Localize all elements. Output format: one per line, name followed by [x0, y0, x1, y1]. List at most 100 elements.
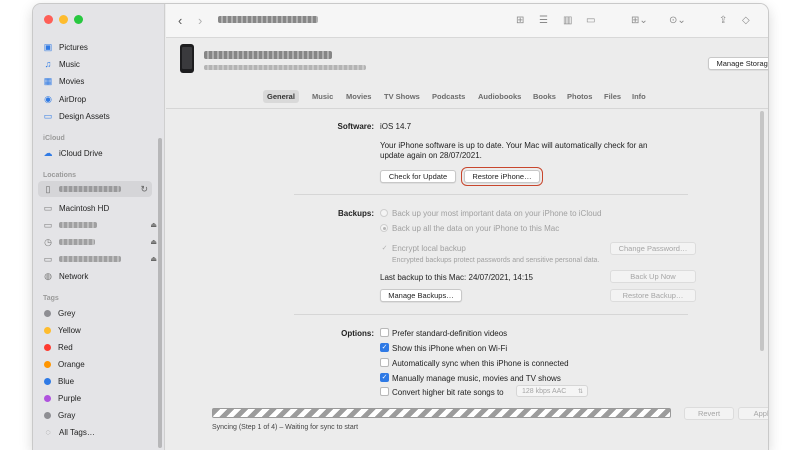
back-up-now-button[interactable]: Back Up Now [610, 270, 696, 283]
share-icon[interactable]: ⇪ [719, 13, 727, 27]
sidebar-tag-gray[interactable]: Gray [43, 408, 161, 422]
options-label: Options: [341, 329, 374, 338]
apply-button[interactable]: Apply [738, 407, 768, 420]
tab-tv-shows[interactable]: TV Shows [380, 90, 424, 103]
tag-icon[interactable]: ◇ [742, 13, 750, 27]
encrypt-note: Encrypted backups protect passwords and … [392, 257, 600, 264]
sidebar-item-iphone[interactable]: ▯ ↻ [38, 181, 152, 197]
tab-books[interactable]: Books [529, 90, 560, 103]
chevron-updown-icon: ⇅ [577, 388, 583, 395]
sidebar-item-volume-3[interactable]: ▭ ⏏ [43, 252, 161, 266]
tab-podcasts[interactable]: Podcasts [428, 90, 469, 103]
tag-dot-icon [44, 343, 51, 351]
time-machine-icon: ◷ [44, 236, 52, 247]
encrypt-checkbox[interactable]: ✓ [380, 244, 389, 253]
tag-dot-icon [44, 326, 51, 334]
sidebar-item-volume-1[interactable]: ▭ ⏏ [43, 218, 161, 232]
sidebar-item-icloud-drive[interactable]: ☁ iCloud Drive [43, 146, 161, 160]
all-tags-icon: ◌ [45, 427, 51, 437]
sync-progress-bar [212, 408, 671, 418]
restore-iphone-button[interactable]: Restore iPhone… [461, 167, 543, 186]
sidebar-tag-red[interactable]: Red [43, 340, 161, 354]
sidebar-item-airdrop[interactable]: ◉ AirDrop [43, 92, 161, 106]
section-divider [294, 314, 688, 315]
option-wifi-checkbox[interactable]: ✓ [380, 343, 389, 352]
airdrop-icon: ◉ [44, 93, 52, 104]
option-manual-manage-checkbox[interactable]: ✓ [380, 373, 389, 382]
back-icon[interactable]: ‹ [178, 13, 182, 28]
change-password-button[interactable]: Change Password… [610, 242, 696, 255]
tab-general[interactable]: General [263, 90, 299, 103]
minimize-window-button[interactable] [59, 15, 68, 24]
sidebar-all-tags[interactable]: ◌ All Tags… [43, 425, 161, 439]
group-icon[interactable]: ⊞⌄ [631, 13, 648, 27]
tag-dot-icon [44, 394, 51, 402]
manage-storage-button[interactable]: Manage Storage… [708, 57, 768, 70]
backup-icloud-label: Back up your most important data on your… [392, 209, 602, 218]
close-window-button[interactable] [44, 15, 53, 24]
device-title-redacted [218, 16, 318, 23]
option-wifi-label: Show this iPhone when on Wi-Fi [392, 344, 508, 353]
option-sd-video-checkbox[interactable] [380, 328, 389, 337]
sidebar-item-movies[interactable]: ▦ Movies [43, 74, 161, 88]
bitrate-select[interactable]: 128 kbps AAC ⇅ [516, 385, 588, 397]
device-name-redacted [204, 51, 332, 59]
tab-photos[interactable]: Photos [563, 90, 596, 103]
option-convert-bitrate-label: Convert higher bit rate songs to [392, 388, 504, 397]
sidebar-tag-purple[interactable]: Purple [43, 391, 161, 405]
revert-button[interactable]: Revert [684, 407, 734, 420]
ios-version: iOS 14.7 [380, 122, 412, 131]
sidebar-tag-blue[interactable]: Blue [43, 374, 161, 388]
iphone-device-icon [180, 44, 194, 73]
sidebar-item-network[interactable]: ◍ Network [43, 269, 161, 283]
sidebar-item-macintosh-hd[interactable]: ▭ Macintosh HD [43, 201, 161, 215]
tab-info[interactable]: Info [628, 90, 650, 103]
folder-icon: ▭ [43, 110, 53, 121]
hard-drive-icon: ▭ [43, 202, 53, 213]
backup-mac-label: Back up all the data on your iPhone to t… [392, 224, 560, 233]
sync-icon[interactable]: ↻ [140, 184, 148, 195]
tab-movies[interactable]: Movies [342, 90, 375, 103]
drive-icon: ▭ [43, 253, 53, 264]
sidebar-item-music[interactable]: ♫ Music [43, 57, 161, 71]
content-scrollbar[interactable] [760, 111, 764, 351]
check-for-update-button[interactable]: Check for Update [380, 170, 456, 183]
sidebar-item-pictures[interactable]: ▣ Pictures [43, 40, 161, 54]
software-status-line-2: update again on 28/07/2021. [380, 151, 482, 160]
option-auto-sync-checkbox[interactable] [380, 358, 389, 367]
gallery-view-icon[interactable]: ▭ [586, 13, 595, 27]
eject-icon[interactable]: ⏏ [150, 221, 157, 229]
list-view-icon[interactable]: ☰ [539, 13, 548, 27]
finder-window: ▣ Pictures ♫ Music ▦ Movies ◉ AirDrop ▭ … [33, 4, 768, 450]
software-label: Software: [337, 122, 374, 131]
tab-music[interactable]: Music [308, 90, 337, 103]
sidebar-tag-yellow[interactable]: Yellow [43, 323, 161, 337]
tab-files[interactable]: Files [600, 90, 625, 103]
icon-view-icon[interactable]: ⊞ [516, 13, 524, 27]
backup-mac-radio[interactable] [380, 224, 388, 232]
restore-backup-button[interactable]: Restore Backup… [610, 289, 696, 302]
toolbar: ‹ › ⊞ ☰ ▥ ▭ ⊞⌄ ⊙⌄ ⇪ ◇ ⌕ [166, 4, 768, 38]
manage-backups-button[interactable]: Manage Backups… [380, 289, 462, 302]
forward-icon[interactable]: › [198, 13, 202, 28]
device-name-redacted [59, 186, 121, 192]
action-menu-icon[interactable]: ⊙⌄ [669, 13, 686, 27]
tab-audiobooks[interactable]: Audiobooks [474, 90, 525, 103]
sidebar-item-volume-2[interactable]: ◷ ⏏ [43, 235, 161, 249]
option-convert-bitrate-checkbox[interactable] [380, 387, 389, 396]
sidebar-heading-icloud: iCloud [43, 135, 65, 142]
iphone-icon: ▯ [45, 183, 51, 194]
network-globe-icon: ◍ [44, 270, 52, 281]
encrypt-label: Encrypt local backup [392, 244, 466, 253]
eject-icon[interactable]: ⏏ [150, 238, 157, 246]
sidebar-item-design-assets[interactable]: ▭ Design Assets [43, 109, 161, 123]
sidebar-heading-tags: Tags [43, 295, 59, 302]
column-view-icon[interactable]: ▥ [563, 13, 572, 27]
eject-icon[interactable]: ⏏ [150, 255, 157, 263]
zoom-window-button[interactable] [74, 15, 83, 24]
sidebar-tag-grey[interactable]: Grey [43, 306, 161, 320]
sidebar-tag-orange[interactable]: Orange [43, 357, 161, 371]
backup-icloud-radio[interactable] [380, 209, 388, 217]
sidebar-scrollbar[interactable] [158, 138, 162, 448]
sidebar-heading-locations: Locations [43, 172, 77, 179]
